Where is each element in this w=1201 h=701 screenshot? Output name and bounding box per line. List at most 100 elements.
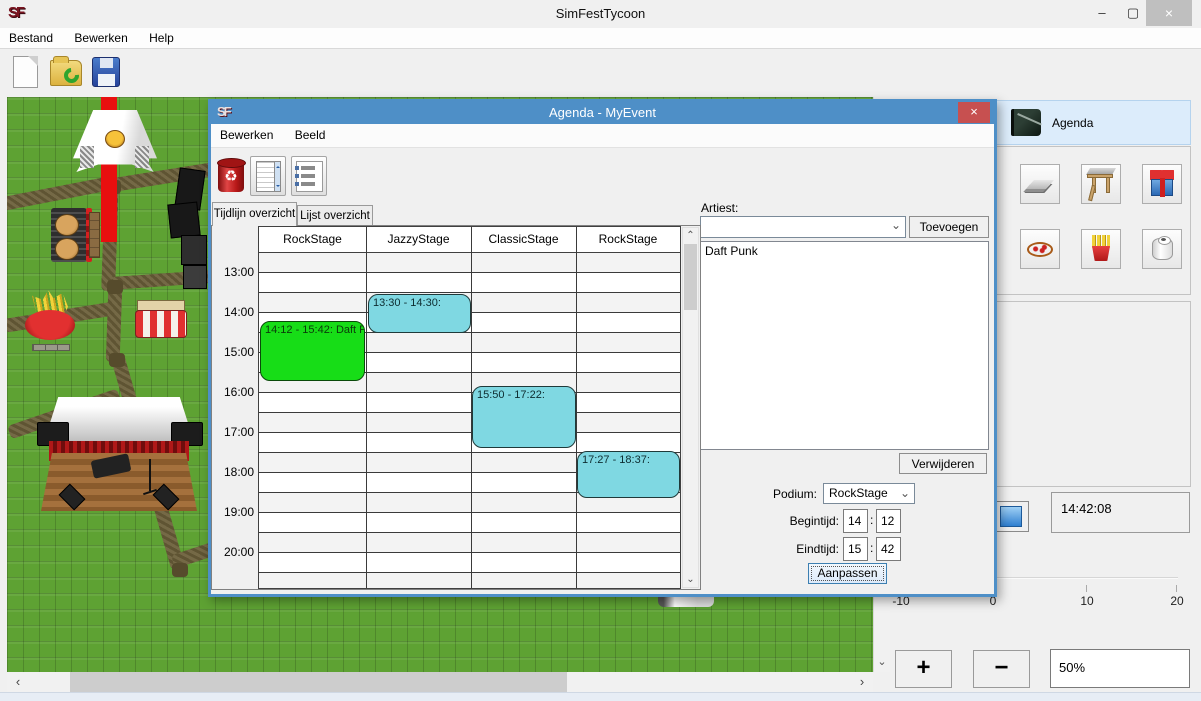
scroll-right-icon[interactable]: ›: [851, 672, 873, 692]
zoom-out-button[interactable]: −: [973, 650, 1030, 688]
road-crossing: [172, 563, 188, 577]
maximize-button[interactable]: ▢: [1119, 2, 1147, 25]
remove-button[interactable]: Verwijderen: [899, 453, 987, 474]
dialog-toolbar: [211, 148, 994, 198]
scrollbar-thumb[interactable]: [70, 672, 567, 692]
end-minute-input[interactable]: [876, 537, 901, 561]
stage-mic: [149, 459, 151, 491]
scroll-down-icon[interactable]: ⌄: [874, 655, 890, 668]
menu-bewerken[interactable]: Bewerken: [65, 28, 136, 48]
new-file-icon[interactable]: [13, 56, 38, 88]
end-hour-input[interactable]: [843, 537, 868, 561]
timeline-scrollbar[interactable]: ⌃ ⌄: [682, 227, 699, 588]
begin-minute-input[interactable]: [876, 509, 901, 533]
tab-lijst-overzicht[interactable]: Lijst overzicht: [297, 205, 373, 226]
stage-structure-icon: [1082, 165, 1120, 203]
scrollbar-thumb[interactable]: [684, 244, 697, 310]
striped-booth[interactable]: [135, 300, 187, 340]
zoom-in-button[interactable]: +: [895, 650, 952, 688]
tab-tijdlijn-overzicht[interactable]: Tijdlijn overzicht: [212, 202, 297, 226]
save-icon[interactable]: [92, 57, 120, 87]
event-block[interactable]: 15:50 - 17:22:: [472, 386, 576, 448]
play-icon: [1000, 506, 1022, 527]
add-artist-button[interactable]: Toevoegen: [909, 216, 989, 238]
minimize-button[interactable]: –: [1088, 2, 1116, 25]
dialog-menu-beeld[interactable]: Beeld: [286, 124, 335, 147]
event-block[interactable]: 13:30 - 14:30:: [368, 294, 471, 333]
stage-column-header: RockStage: [259, 227, 366, 253]
stage-structure-button[interactable]: [1081, 164, 1121, 204]
begin-colon: :: [870, 513, 873, 527]
artist-combobox[interactable]: ⌄: [700, 216, 906, 238]
sidebar-item-agenda[interactable]: Agenda: [996, 100, 1191, 145]
slider-label: 10: [1070, 594, 1104, 608]
stage-column-header: RockStage: [576, 227, 680, 253]
gift-button[interactable]: [1142, 164, 1182, 204]
fries-tray: [32, 344, 70, 351]
end-colon: :: [870, 541, 873, 555]
agenda-book-icon: [1011, 109, 1041, 136]
begin-hour-input[interactable]: [843, 509, 868, 533]
map-horizontal-scrollbar[interactable]: ‹ ›: [7, 672, 873, 692]
open-file-icon[interactable]: [50, 60, 82, 86]
speaker-rig[interactable]: [167, 169, 209, 291]
timeline-view-button[interactable]: [250, 156, 286, 196]
timeline-panel: 13:00 14:00 15:00 16:00 17:00 18:00 19:0…: [211, 225, 701, 590]
main-stage[interactable]: [37, 397, 203, 515]
window-title: SimFestTycoon: [0, 0, 1201, 28]
platform-button[interactable]: [1020, 164, 1060, 204]
slider-tick: [1176, 585, 1177, 592]
scroll-down-icon[interactable]: ⌄: [683, 574, 698, 585]
toilet-paper-button[interactable]: [1142, 229, 1182, 269]
podium-combobox[interactable]: RockStage ⌄: [823, 483, 915, 504]
clock-display: 14:42:08: [1051, 492, 1190, 533]
info-panel: [996, 301, 1191, 487]
agenda-label: Agenda: [1052, 101, 1093, 145]
hour-label: 19:00: [214, 505, 254, 519]
menu-help[interactable]: Help: [140, 28, 183, 48]
apply-button[interactable]: Aanpassen: [808, 563, 887, 584]
timeline-body[interactable]: 13:30 - 14:30: 14:12 - 15:42: Daft Punk …: [259, 253, 680, 588]
play-button[interactable]: [993, 501, 1029, 532]
timeline-view-scrollbar-icon: [274, 161, 281, 192]
stage-column-header: JazzyStage: [366, 227, 471, 253]
chevron-down-icon: ⌄: [900, 486, 910, 500]
hour-label: 14:00: [214, 305, 254, 319]
fries-button[interactable]: [1081, 229, 1121, 269]
menu-bestand[interactable]: Bestand: [0, 28, 62, 48]
scroll-up-icon[interactable]: ⌃: [683, 230, 698, 241]
pizza-button[interactable]: [1020, 229, 1060, 269]
event-block-selected[interactable]: 14:12 - 15:42: Daft Punk: [260, 321, 365, 381]
booth-body: [135, 310, 187, 338]
pizza-icon: [1027, 242, 1053, 257]
end-time-label: Eindtijd:: [761, 542, 839, 556]
podium-label: Podium:: [751, 487, 817, 501]
hour-label: 20:00: [214, 545, 254, 559]
tent-fragment: [658, 596, 714, 607]
dialog-menubar: Bewerken Beeld: [211, 124, 994, 148]
list-item-artist[interactable]: Daft Punk: [705, 244, 984, 258]
artist-listbox[interactable]: Daft Punk: [700, 241, 989, 450]
close-button[interactable]: ×: [1146, 0, 1192, 26]
hour-label: 16:00: [214, 385, 254, 399]
event-block[interactable]: 17:27 - 18:37:: [577, 451, 680, 498]
delete-trash-icon[interactable]: ♻: [218, 162, 244, 192]
zoom-level-display: 50%: [1050, 649, 1190, 688]
fries-bowl: [25, 310, 75, 340]
dialog-titlebar[interactable]: SF Agenda - MyEvent ×: [211, 102, 994, 124]
window-titlebar: SF SimFestTycoon – ▢ ×: [0, 0, 1201, 28]
food-table: [89, 212, 100, 258]
dialog-close-button[interactable]: ×: [958, 102, 990, 123]
tent-logo-icon: [105, 130, 125, 148]
list-view-button[interactable]: [291, 156, 327, 196]
dialog-menu-bewerken[interactable]: Bewerken: [211, 124, 282, 147]
hour-label: 13:00: [214, 265, 254, 279]
slider-tick: [1086, 585, 1087, 592]
road: [106, 287, 123, 362]
scroll-left-icon[interactable]: ‹: [7, 672, 29, 692]
podium-value: RockStage: [829, 486, 888, 500]
build-items-panel: [996, 146, 1191, 295]
artist-label: Artiest:: [701, 201, 738, 215]
fries-icon: [1082, 230, 1120, 268]
platform-icon: [1026, 180, 1054, 189]
